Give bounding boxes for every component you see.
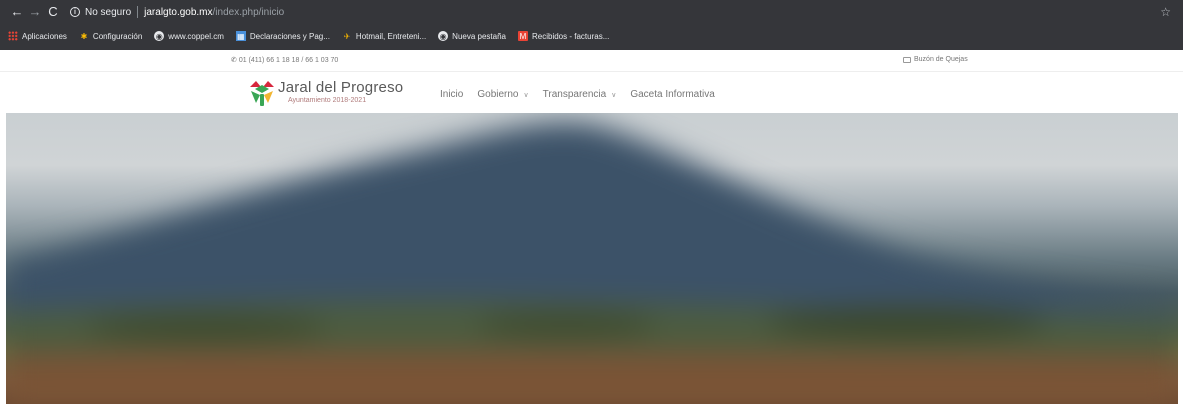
omnibox[interactable]: i No seguro jaralgto.gob.mx /index.php/i… <box>70 3 1175 21</box>
bookmark-configuracion[interactable]: ✱ Configuración <box>79 31 143 41</box>
nav-label: Transparencia <box>542 89 607 100</box>
site-topbar: ✆ 01 (411) 66 1 18 18 / 66 1 03 70 Buzón… <box>0 50 1183 72</box>
bookmark-label: www.coppel.cm <box>168 31 224 41</box>
bookmark-coppel[interactable]: ◉ www.coppel.cm <box>154 31 224 41</box>
bookmark-aplicaciones[interactable]: Aplicaciones <box>8 31 67 41</box>
nav-item-gobierno[interactable]: Gobierno ∨ <box>477 89 528 100</box>
bookmark-label: Configuración <box>92 31 143 41</box>
reload-icon[interactable]: C <box>44 0 62 24</box>
brand-title[interactable]: Jaral del Progreso <box>278 79 403 96</box>
bookmark-declaraciones[interactable]: ▦ Declaraciones y Pag... <box>235 31 330 41</box>
jaral-logo-icon[interactable] <box>246 77 278 109</box>
hotmail-icon: ✈ <box>343 31 351 41</box>
nav-label: Inicio <box>440 89 464 100</box>
hero-mountain-shape <box>6 121 1178 404</box>
buzon-quejas-link[interactable]: Buzón de Quejas <box>903 56 968 63</box>
envelope-icon <box>903 56 911 63</box>
nav-item-transparencia[interactable]: Transparencia ∨ <box>543 89 617 100</box>
buzon-quejas-label: Buzón de Quejas <box>914 56 968 63</box>
forward-arrow-icon[interactable]: → <box>26 0 44 24</box>
declaraciones-icon: ▦ <box>235 31 246 41</box>
gear-icon: ✱ <box>80 31 88 41</box>
chevron-down-icon: ∨ <box>611 91 617 99</box>
bookmark-label: Hotmail, Entreteni... <box>355 31 427 41</box>
nav-item-gaceta[interactable]: Gaceta Informativa <box>630 89 714 100</box>
bookmark-label: Declaraciones y Pag... <box>249 31 330 41</box>
bookmark-label: Aplicaciones <box>22 31 67 41</box>
info-icon[interactable]: i <box>70 7 80 17</box>
globe-icon: ◉ <box>154 31 165 41</box>
gmail-icon: M <box>518 31 528 41</box>
address-bar-row: ← → C i No seguro jaralgto.gob.mx /index… <box>0 0 1183 24</box>
url-host[interactable]: jaralgto.gob.mx <box>144 7 212 18</box>
hero-banner-image <box>6 113 1178 404</box>
contact-phone: ✆ 01 (411) 66 1 18 18 / 66 1 03 70 <box>231 56 338 64</box>
url-path[interactable]: /index.php/inicio <box>213 7 285 18</box>
brand-subtitle: Ayuntamiento 2018-2021 <box>288 97 367 104</box>
browser-chrome: ← → C i No seguro jaralgto.gob.mx /index… <box>0 0 1183 50</box>
url-divider <box>137 6 139 18</box>
back-arrow-icon[interactable]: ← <box>8 0 26 24</box>
phone-icon: ✆ <box>231 57 239 64</box>
bookmark-label: Nueva pestaña <box>452 31 506 41</box>
nav-item-inicio[interactable]: Inicio <box>440 89 463 100</box>
phone-text: 01 (411) 66 1 18 18 / 66 1 03 70 <box>238 57 339 64</box>
security-status[interactable]: No seguro <box>85 7 131 18</box>
main-nav: Inicio Gobierno ∨ Transparencia ∨ Gaceta… <box>440 89 729 100</box>
nav-label: Gobierno <box>477 89 519 100</box>
globe-icon: ◉ <box>438 31 449 41</box>
chevron-down-icon: ∨ <box>523 91 529 99</box>
bookmark-label: Recibidos - facturas... <box>532 31 610 41</box>
bookmarks-bar: Aplicaciones ✱ Configuración ◉ www.coppe… <box>0 25 1183 47</box>
nav-label: Gaceta Informativa <box>630 89 715 100</box>
site-header: Jaral del Progreso Ayuntamiento 2018-202… <box>0 73 1183 113</box>
bookmark-hotmail[interactable]: ✈ Hotmail, Entreteni... <box>342 31 427 41</box>
apps-grid-icon <box>8 31 18 41</box>
bookmark-nueva-pestana[interactable]: ◉ Nueva pestaña <box>438 31 506 41</box>
bookmark-recibidos[interactable]: M Recibidos - facturas... <box>518 31 609 41</box>
bookmark-star-icon[interactable]: ☆ <box>1160 5 1171 19</box>
